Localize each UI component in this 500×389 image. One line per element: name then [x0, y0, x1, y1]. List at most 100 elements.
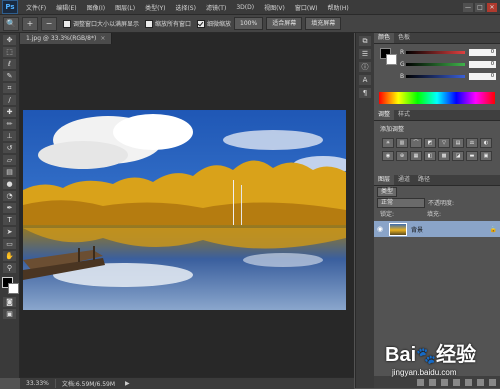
- brightness-contrast-icon[interactable]: ☀: [382, 138, 394, 148]
- zoom-readout[interactable]: 33.33%: [20, 380, 55, 387]
- path-select-tool-icon[interactable]: ➤: [3, 227, 16, 237]
- color-spectrum-bar[interactable]: [379, 92, 495, 104]
- scrubby-zoom-checkbox[interactable]: 细微缩放: [197, 19, 231, 28]
- menu-view[interactable]: 视图(V): [259, 3, 290, 12]
- menu-select[interactable]: 选择(S): [170, 3, 201, 12]
- vibrance-icon[interactable]: ▽: [438, 138, 450, 148]
- maximize-button[interactable]: □: [475, 2, 485, 12]
- blue-value[interactable]: 0: [468, 72, 497, 80]
- color-lookup-icon[interactable]: ▦: [410, 151, 422, 161]
- menu-layer[interactable]: 图层(L): [110, 3, 140, 12]
- color-balance-icon[interactable]: ⚖: [466, 138, 478, 148]
- properties-panel-icon[interactable]: ☰: [359, 49, 371, 59]
- gradient-map-icon[interactable]: ▬: [466, 151, 478, 161]
- tab-channels[interactable]: 通道: [394, 175, 414, 185]
- green-value[interactable]: 0: [468, 60, 497, 68]
- menu-filter[interactable]: 滤镜(T): [201, 3, 231, 12]
- type-tool-icon[interactable]: T: [3, 215, 16, 225]
- menu-3d[interactable]: 3D(D): [231, 4, 259, 11]
- menu-file[interactable]: 文件(F): [21, 3, 51, 12]
- blue-track[interactable]: [405, 74, 465, 78]
- zoom-all-checkbox[interactable]: 缩放所有窗口: [145, 19, 191, 28]
- quick-mask-icon[interactable]: ◙: [3, 297, 16, 307]
- marquee-tool-icon[interactable]: ⬚: [3, 47, 16, 57]
- green-slider[interactable]: G 0: [400, 60, 497, 68]
- zoom-out-icon[interactable]: −: [41, 16, 57, 31]
- menu-image[interactable]: 图像(I): [82, 3, 110, 12]
- document-tab[interactable]: 1.jpg @ 33.3%(RGB/8*) ×: [20, 33, 113, 44]
- blur-tool-icon[interactable]: ●: [3, 179, 16, 189]
- layer-row-background[interactable]: ◉ 背景 🔒: [374, 221, 500, 237]
- lasso-tool-icon[interactable]: ℓ: [3, 59, 16, 69]
- tab-adjustments[interactable]: 调整: [374, 110, 395, 120]
- eye-icon[interactable]: ◉: [377, 225, 385, 233]
- dodge-tool-icon[interactable]: ◔: [3, 191, 16, 201]
- levels-icon[interactable]: ▥: [396, 138, 408, 148]
- healing-tool-icon[interactable]: ✚: [3, 107, 16, 117]
- move-tool-icon[interactable]: ✥: [3, 35, 16, 45]
- checkbox-box[interactable]: [145, 19, 154, 28]
- photo-filter-icon[interactable]: ◉: [382, 151, 394, 161]
- exposure-icon[interactable]: ◩: [424, 138, 436, 148]
- blend-mode-select[interactable]: 正常: [377, 197, 425, 208]
- clone-stamp-tool-icon[interactable]: ⊥: [3, 131, 16, 141]
- status-menu-arrow-icon[interactable]: ▶: [125, 380, 130, 387]
- red-value[interactable]: 0: [468, 48, 497, 56]
- tab-swatches[interactable]: 色板: [394, 33, 414, 43]
- background-color-swatch[interactable]: [386, 54, 397, 65]
- history-panel-icon[interactable]: ⧉: [359, 36, 371, 46]
- hand-tool-icon[interactable]: ✋: [3, 251, 16, 261]
- fit-screen-button[interactable]: 适合屏幕: [266, 17, 303, 30]
- menu-help[interactable]: 帮助(H): [323, 3, 354, 12]
- app-logo: Ps: [2, 0, 18, 14]
- brush-tool-icon[interactable]: ✏: [3, 119, 16, 129]
- gradient-tool-icon[interactable]: ▤: [3, 167, 16, 177]
- hue-saturation-icon[interactable]: ▤: [452, 138, 464, 148]
- tab-close-icon[interactable]: ×: [100, 35, 105, 42]
- black-white-icon[interactable]: ◐: [480, 138, 492, 148]
- zoom-100-button[interactable]: 100%: [234, 17, 264, 30]
- fill-screen-button[interactable]: 填充屏幕: [305, 17, 342, 30]
- character-panel-icon[interactable]: A: [359, 75, 371, 85]
- history-brush-tool-icon[interactable]: ↺: [3, 143, 16, 153]
- menu-window[interactable]: 窗口(W): [290, 3, 323, 12]
- threshold-icon[interactable]: ◪: [452, 151, 464, 161]
- eraser-tool-icon[interactable]: ▱: [3, 155, 16, 165]
- eyedropper-tool-icon[interactable]: /: [3, 95, 16, 105]
- channel-mixer-icon[interactable]: ⊕: [396, 151, 408, 161]
- menu-type[interactable]: 类型(Y): [140, 3, 170, 12]
- shape-tool-icon[interactable]: ▭: [3, 239, 16, 249]
- layer-name[interactable]: 背景: [411, 225, 423, 234]
- layer-kind-select[interactable]: 类型: [377, 186, 398, 197]
- zoom-in-icon[interactable]: +: [22, 16, 38, 31]
- background-color-swatch[interactable]: [8, 283, 19, 294]
- image-canvas[interactable]: [23, 110, 346, 310]
- screen-mode-icon[interactable]: ▣: [3, 309, 16, 319]
- resize-windows-checkbox[interactable]: 调整窗口大小以满屏显示: [63, 19, 139, 28]
- checkbox-box[interactable]: [63, 19, 71, 28]
- zoom-tool-icon[interactable]: ⚲: [3, 263, 16, 273]
- foreground-background-colors[interactable]: [2, 277, 19, 294]
- red-slider[interactable]: R 0: [400, 48, 497, 56]
- curves-icon[interactable]: ⌒: [410, 138, 422, 148]
- info-panel-icon[interactable]: ⓘ: [359, 62, 371, 72]
- minimize-button[interactable]: —: [463, 2, 473, 12]
- zoom-tool-icon[interactable]: 🔍: [3, 16, 19, 31]
- red-track[interactable]: [405, 50, 465, 54]
- tab-layers[interactable]: 图层: [374, 175, 395, 185]
- posterize-icon[interactable]: ▩: [438, 151, 450, 161]
- tab-color[interactable]: 颜色: [374, 33, 395, 43]
- tab-paths[interactable]: 路径: [414, 175, 434, 185]
- checkbox-box-checked[interactable]: [197, 19, 206, 28]
- close-button[interactable]: ✕: [487, 2, 497, 12]
- tab-styles[interactable]: 样式: [394, 110, 414, 120]
- invert-icon[interactable]: ◧: [424, 151, 436, 161]
- green-track[interactable]: [405, 62, 465, 66]
- pen-tool-icon[interactable]: ✒: [3, 203, 16, 213]
- menu-edit[interactable]: 编辑(E): [51, 3, 81, 12]
- crop-tool-icon[interactable]: ⌗: [3, 83, 16, 93]
- selective-color-icon[interactable]: ▣: [480, 151, 492, 161]
- paragraph-panel-icon[interactable]: ¶: [359, 88, 371, 98]
- blue-slider[interactable]: B 0: [400, 72, 497, 80]
- quick-select-tool-icon[interactable]: ✎: [3, 71, 16, 81]
